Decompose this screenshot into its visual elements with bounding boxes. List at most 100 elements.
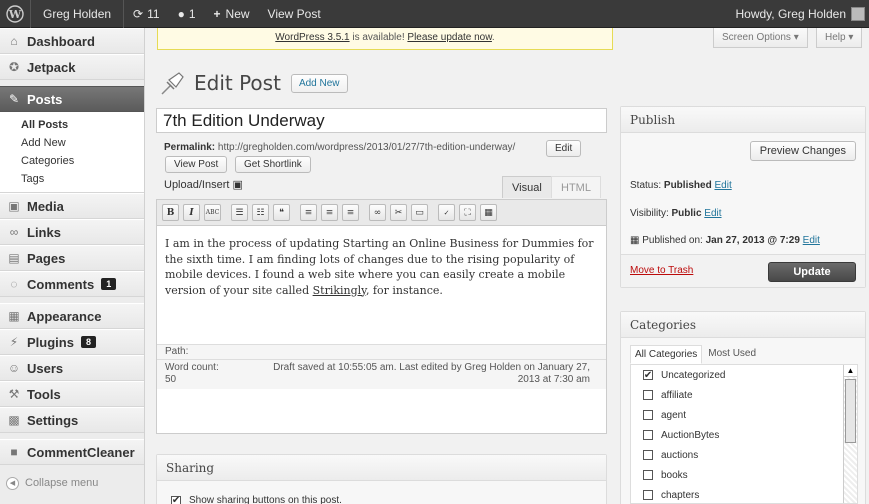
category-item[interactable]: chapters — [631, 485, 857, 503]
editor-path: Path: — [157, 344, 606, 359]
menu-settings[interactable]: ▩ Settings — [0, 407, 144, 433]
tab-html[interactable]: HTML — [551, 176, 601, 198]
category-checkbox[interactable] — [643, 450, 653, 460]
comments-link[interactable]: ● 1 — [169, 0, 205, 28]
tab-visual[interactable]: Visual — [502, 176, 552, 198]
move-to-trash-link[interactable]: Move to Trash — [630, 265, 693, 276]
editor-content[interactable]: I am in the process of updating Starting… — [157, 226, 606, 308]
submenu-tags[interactable]: Tags — [0, 170, 144, 188]
avatar — [851, 6, 865, 21]
notice-text: is available! — [349, 32, 408, 43]
update-button[interactable]: Update — [768, 262, 856, 282]
edit-visibility-link[interactable]: Edit — [704, 208, 721, 219]
screen-options-button[interactable]: Screen Options ▾ — [713, 28, 808, 48]
spellcheck-icon[interactable]: ✓ — [438, 204, 455, 221]
more-tag-icon[interactable]: ▭ — [411, 204, 428, 221]
tab-most-used[interactable]: Most Used — [702, 345, 760, 364]
menu-links[interactable]: ∞ Links — [0, 219, 144, 245]
view-post-button[interactable]: View Post — [165, 156, 228, 173]
pushpin-icon — [161, 72, 184, 95]
menu-media[interactable]: ▣ Media — [0, 193, 144, 219]
comments-icon: ◌ — [10, 277, 18, 291]
my-account-link[interactable]: Howdy, Greg Holden — [727, 0, 869, 28]
category-checkbox[interactable]: ✔ — [643, 370, 653, 380]
view-post-link[interactable]: View Post — [259, 0, 330, 28]
tab-all-categories[interactable]: All Categories — [630, 345, 703, 364]
post-editor: B I ABC ☰ ☷ ❝ ≡ ≡ ≡ ∞ ✂ ▭ ✓ ⛶ ▦ I am in … — [156, 199, 607, 434]
menu-tools[interactable]: ⚒ Tools — [0, 381, 144, 407]
collapse-label: Collapse menu — [25, 477, 99, 489]
get-shortlink-button[interactable]: Get Shortlink — [235, 156, 311, 173]
category-item[interactable]: AuctionBytes — [631, 425, 857, 445]
category-item[interactable]: affiliate — [631, 385, 857, 405]
strikethrough-icon[interactable]: ABC — [204, 204, 221, 221]
strikingly-link[interactable]: Strikingly — [313, 284, 366, 297]
category-scrollbar[interactable]: ▲ — [843, 365, 857, 503]
blockquote-icon[interactable]: ❝ — [273, 204, 290, 221]
permalink-url[interactable]: http://gregholden.com/wordpress/2013/01/… — [218, 142, 515, 153]
category-checkbox[interactable] — [643, 410, 653, 420]
category-item[interactable]: auctions — [631, 445, 857, 465]
add-new-button[interactable]: Add New — [290, 73, 348, 93]
tools-icon: ⚒ — [8, 387, 20, 401]
edit-date-link[interactable]: Edit — [803, 235, 820, 246]
word-count-label: Word count: — [165, 362, 219, 373]
align-left-icon[interactable]: ≡ — [300, 204, 317, 221]
category-label: books — [661, 469, 688, 481]
menu-users[interactable]: ☺ Users — [0, 355, 144, 381]
submenu-categories[interactable]: Categories — [0, 152, 144, 170]
category-checkbox[interactable] — [643, 470, 653, 480]
collapse-menu-button[interactable]: ◀ Collapse menu — [0, 471, 144, 495]
preview-changes-button[interactable]: Preview Changes — [749, 141, 856, 161]
category-item[interactable]: books — [631, 465, 857, 485]
post-title-input[interactable]: 7th Edition Underway — [156, 108, 607, 133]
submenu-add-new[interactable]: Add New — [0, 134, 144, 152]
bullet-list-icon[interactable]: ☰ — [231, 204, 248, 221]
numbered-list-icon[interactable]: ☷ — [252, 204, 269, 221]
update-now-link[interactable]: Please update now — [407, 32, 492, 43]
align-right-icon[interactable]: ≡ — [342, 204, 359, 221]
menu-label: Dashboard — [27, 33, 95, 49]
category-checkbox[interactable] — [643, 390, 653, 400]
category-checkbox[interactable] — [643, 430, 653, 440]
submenu-all-posts[interactable]: All Posts — [0, 116, 144, 134]
category-item[interactable]: ✔ Uncategorized — [631, 365, 857, 385]
fullscreen-icon[interactable]: ⛶ — [459, 204, 476, 221]
upload-insert[interactable]: Upload/Insert ▣ — [164, 178, 243, 191]
sharing-option[interactable]: ✔ Show sharing buttons on this post. — [171, 495, 342, 504]
menu-posts[interactable]: ✎ Posts — [0, 86, 144, 112]
menu-plugins[interactable]: ⚡ Plugins 8 — [0, 329, 144, 355]
wordpress-logo-icon[interactable]: W — [0, 0, 30, 28]
category-item[interactable]: agent — [631, 405, 857, 425]
help-button[interactable]: Help ▾ — [816, 28, 863, 48]
new-content-link[interactable]: + New — [205, 0, 259, 28]
page-heading: Edit Post Add New — [158, 68, 348, 98]
menu-label: Plugins — [27, 334, 74, 350]
italic-icon[interactable]: I — [183, 204, 200, 221]
version-link[interactable]: WordPress 3.5.1 — [275, 32, 349, 43]
dropdown-arrow-icon: ▾ — [848, 32, 854, 43]
kitchen-sink-icon[interactable]: ▦ — [480, 204, 497, 221]
jetpack-icon: ✪ — [8, 60, 20, 74]
scroll-up-icon[interactable]: ▲ — [844, 365, 857, 377]
pages-icon: ▤ — [8, 251, 20, 265]
menu-dashboard[interactable]: ⌂ Dashboard — [0, 28, 144, 54]
menu-appearance[interactable]: ▦ Appearance — [0, 303, 144, 329]
align-center-icon[interactable]: ≡ — [321, 204, 338, 221]
menu-jetpack[interactable]: ✪ Jetpack — [0, 54, 144, 80]
unlink-icon[interactable]: ✂ — [390, 204, 407, 221]
insert-link-icon[interactable]: ∞ — [369, 204, 386, 221]
category-checkbox[interactable] — [643, 490, 653, 500]
scroll-thumb[interactable] — [845, 379, 856, 443]
category-label: chapters — [661, 489, 700, 501]
edit-permalink-button[interactable]: Edit — [546, 140, 582, 157]
menu-comments[interactable]: ◌ Comments 1 — [0, 271, 144, 297]
media-upload-icon[interactable]: ▣ — [233, 179, 243, 191]
updates-link[interactable]: ⟳ 11 — [124, 0, 169, 28]
sharing-checkbox[interactable]: ✔ — [171, 495, 181, 504]
edit-status-link[interactable]: Edit — [714, 180, 731, 191]
site-name-link[interactable]: Greg Holden — [31, 0, 123, 28]
bold-icon[interactable]: B — [162, 204, 179, 221]
menu-pages[interactable]: ▤ Pages — [0, 245, 144, 271]
menu-commentcleaner[interactable]: ■ CommentCleaner — [0, 439, 144, 465]
